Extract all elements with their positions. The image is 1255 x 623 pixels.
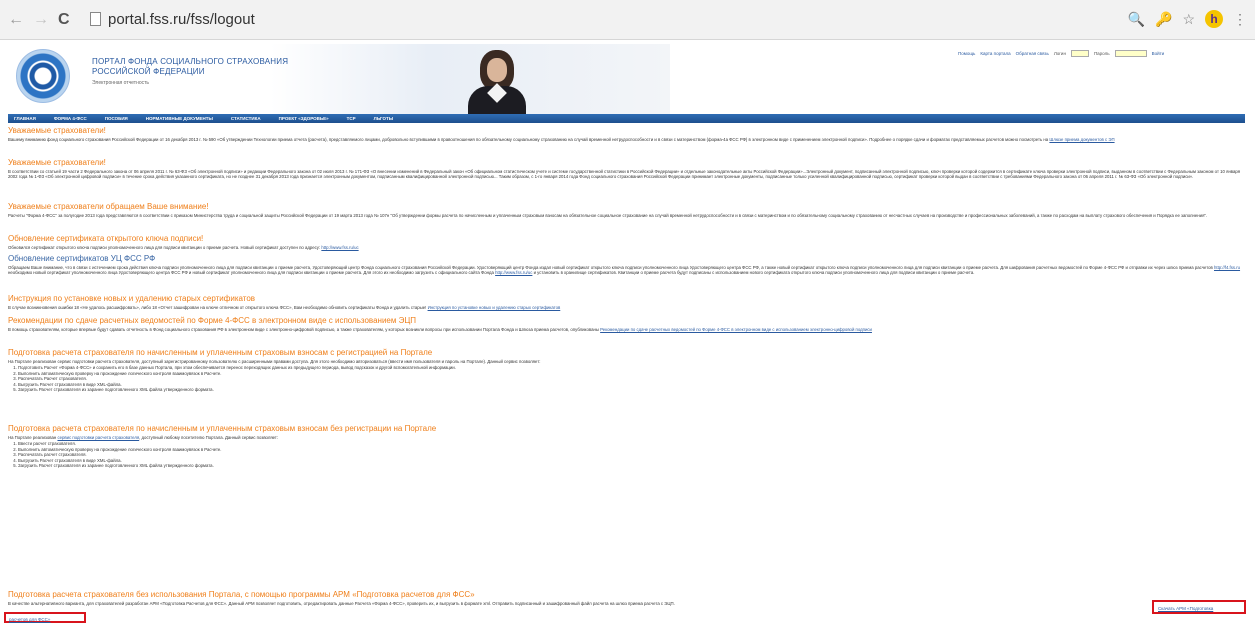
- password-label: Пароль: [1093, 51, 1110, 56]
- news-section: Рекомендации по сдаче расчетных ведомост…: [8, 316, 1246, 332]
- login-button[interactable]: Войти: [1152, 51, 1165, 56]
- banner-photo: [450, 44, 545, 114]
- url-text[interactable]: portal.fss.ru/fss/logout: [108, 10, 255, 30]
- login-label: Логин: [1053, 51, 1066, 56]
- header-top-links: Помощь Карта портала Обратная связь Логи…: [958, 50, 1164, 57]
- section-text: На Портале реализован сервис подготовки …: [8, 359, 541, 364]
- feature-list: Ввести расчет страхователя. Выполнить ав…: [18, 441, 1246, 468]
- section-link[interactable]: http://www.fss.ru/uc: [495, 270, 532, 275]
- section-link[interactable]: Шлюзе приема документов с ЭП: [1049, 137, 1114, 142]
- news-section: Обновление сертификатов УЦ ФСС РФ Обраща…: [8, 254, 1246, 276]
- section-title: Обновление сертификата открытого ключа п…: [8, 234, 204, 243]
- star-icon[interactable]: ☆: [1182, 9, 1195, 29]
- extension-icon[interactable]: h: [1205, 10, 1223, 28]
- section-text: Вашему вниманию фонд социального страхов…: [8, 137, 1115, 142]
- section-text: Расчеты "Форма 4-ФСС" за полугодие 2013 …: [8, 213, 1208, 218]
- section-title: Подготовка расчета страхователя без испо…: [8, 590, 475, 599]
- news-section: Уважаемые страхователи обращаем Ваше вни…: [8, 202, 1246, 218]
- nav-item-benefits-privileges[interactable]: Льготы: [374, 116, 394, 121]
- news-section: Подготовка расчета страхователя по начис…: [8, 348, 1246, 392]
- browser-toolbar: ← → C portal.fss.ru/fss/logout 🔍 🔑 ☆ h ⋮: [0, 0, 1255, 40]
- nav-item-normative-docs[interactable]: Нормативные документы: [146, 116, 213, 121]
- help-link[interactable]: Помощь: [958, 51, 975, 56]
- nav-item-form-4fss[interactable]: Форма 4-ФСС: [54, 116, 87, 121]
- section-text: В качестве альтернативного варианта, для…: [8, 601, 675, 606]
- back-icon[interactable]: ←: [8, 10, 24, 30]
- list-item: Загрузить Расчет страхователя из заранее…: [18, 463, 1246, 468]
- feature-list: Подготовить Расчет «Форма 4-ФСС» и сохра…: [18, 365, 1246, 392]
- section-link[interactable]: http://www.fss.ru/uc: [321, 245, 358, 250]
- section-text: На Портале реализован сервис подготовки …: [8, 435, 279, 440]
- news-section: Уважаемые страхователи! В соответствии с…: [8, 158, 1246, 180]
- section-link[interactable]: http://f4.fss.ru: [1214, 265, 1240, 270]
- news-section: Подготовка расчета страхователя без испо…: [8, 590, 1246, 606]
- section-title: Обновление сертификатов УЦ ФСС РФ: [8, 254, 156, 263]
- key-icon[interactable]: 🔑: [1155, 9, 1172, 29]
- forward-icon[interactable]: →: [33, 10, 49, 30]
- section-title: Рекомендации по сдаче расчетных ведомост…: [8, 316, 417, 325]
- reload-icon[interactable]: C: [58, 10, 70, 30]
- list-item: Загрузить Расчет страхователя из заранее…: [18, 387, 1246, 392]
- nav-item-tsr[interactable]: ТСР: [347, 116, 356, 121]
- section-title: Инструкция по установке новых и удалению…: [8, 294, 256, 303]
- section-title: Уважаемые страхователи!: [8, 158, 106, 167]
- section-text: В случае возникновения ошибки 18 «Не уда…: [8, 305, 561, 310]
- news-section: Инструкция по установке новых и удалению…: [8, 294, 1246, 310]
- section-text: Обращаем Ваше внимание, что в связи с ис…: [8, 265, 1241, 276]
- portal-subtitle: Электронная отчетность: [92, 80, 150, 86]
- section-text: Обновился сертификат открытого ключа под…: [8, 245, 359, 250]
- section-text: В соответствии со статьей 19 части 2 Фед…: [8, 169, 1241, 180]
- section-title: Уважаемые страхователи!: [8, 126, 106, 135]
- nav-item-statistics[interactable]: Статистика: [231, 116, 261, 121]
- news-section: Обновление сертификата открытого ключа п…: [8, 234, 1246, 250]
- nav-item-home[interactable]: Главная: [14, 116, 36, 121]
- search-icon[interactable]: 🔍: [1128, 9, 1145, 29]
- sitemap-link[interactable]: Карта портала: [980, 51, 1010, 56]
- main-nav: Главная Форма 4-ФСС Пособия Нормативные …: [8, 114, 1245, 123]
- nav-item-benefits[interactable]: Пособия: [105, 116, 128, 121]
- section-link[interactable]: сервис подготовки расчета страхователя: [57, 435, 139, 440]
- fss-logo-icon[interactable]: [16, 49, 70, 103]
- section-link[interactable]: Рекомендации по сдаче расчетных ведомост…: [600, 327, 872, 332]
- download-arm-link[interactable]: Скачать АРМ «Подготовка: [1158, 606, 1242, 611]
- toolbar-icons: 🔍 🔑 ☆ h ⋮: [1128, 9, 1247, 29]
- feedback-link[interactable]: Обратная связь: [1016, 51, 1049, 56]
- download-arm-link-continued[interactable]: расчетов для ФСС»: [9, 617, 50, 622]
- page-icon: [90, 12, 101, 26]
- login-field[interactable]: [1070, 50, 1089, 57]
- news-section: Подготовка расчета страхователя по начис…: [8, 424, 1246, 468]
- section-title: Уважаемые страхователи обращаем Ваше вни…: [8, 202, 209, 211]
- news-section: Уважаемые страхователи! Вашему вниманию …: [8, 126, 1246, 142]
- menu-icon[interactable]: ⋮: [1233, 9, 1247, 29]
- password-field[interactable]: [1114, 50, 1147, 57]
- address-bar[interactable]: portal.fss.ru/fss/logout: [88, 8, 1148, 32]
- section-text: В помощь страхователям, которые впервые …: [8, 327, 872, 332]
- portal-title: ПОРТАЛ ФОНДА СОЦИАЛЬНОГО СТРАХОВАНИЯ РОС…: [92, 57, 289, 76]
- nav-item-health-project[interactable]: Проект «Здоровье»: [279, 116, 329, 121]
- section-link[interactable]: Инструкция по установке новых и удалению…: [428, 305, 561, 310]
- section-title: Подготовка расчета страхователя по начис…: [8, 424, 437, 433]
- section-title: Подготовка расчета страхователя по начис…: [8, 348, 433, 357]
